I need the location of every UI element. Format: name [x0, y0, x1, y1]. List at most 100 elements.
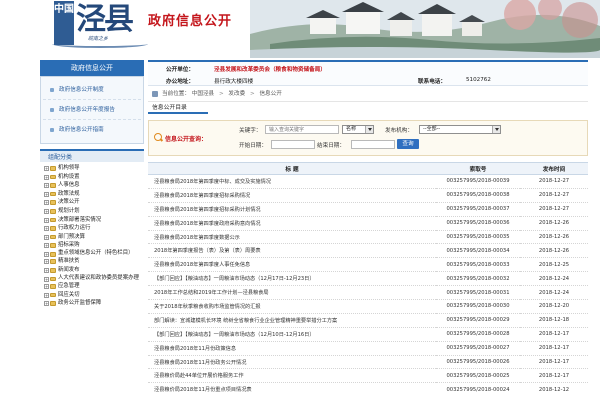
- expand-plus-icon[interactable]: +: [44, 251, 49, 257]
- category-tree-item[interactable]: + 决策部署落实情况: [42, 216, 144, 225]
- document-title-link[interactable]: 泾县粮食局2018年第四季度招标采购情况: [148, 188, 436, 203]
- publisher-info-bar: 公开单位： 泾县发展和改革委员会（粮食和物资储备局） 办公地址： 县行政大楼四楼…: [148, 60, 588, 86]
- document-title-link[interactable]: 部门解读：宣城建模机长环境 统树全省粮食行业企业管理精神重要举措分工方案: [148, 313, 436, 328]
- document-title-link[interactable]: 泾县粮食局2018年11月份政务公开情况: [148, 355, 436, 370]
- breadcrumb-link-current[interactable]: 信息公开: [259, 91, 281, 97]
- category-tree-item[interactable]: + 新闻发布: [42, 266, 144, 275]
- expand-plus-icon[interactable]: +: [44, 283, 49, 289]
- category-tree-item[interactable]: + 决策公开: [42, 198, 144, 207]
- sidebar-item-annual-report[interactable]: 政府信息公开年度报告: [43, 100, 141, 120]
- expand-plus-icon[interactable]: +: [44, 243, 49, 249]
- document-index-number: 003257995/2018-00036: [436, 216, 520, 231]
- document-index-number: 003257995/2018-00029: [436, 313, 520, 328]
- sidebar-item-disclosure-system[interactable]: 政府信息公开制度: [43, 80, 141, 100]
- sidebar-title: 政府信息公开: [40, 60, 144, 76]
- category-tree-item[interactable]: + 机构领导: [42, 164, 144, 173]
- expand-plus-icon[interactable]: +: [44, 208, 49, 214]
- table-row: 2018年第四季度报告（表）及第（表）周要表 003257995/2018-000…: [148, 243, 588, 259]
- expand-plus-icon[interactable]: +: [44, 259, 49, 265]
- expand-plus-icon[interactable]: +: [44, 267, 49, 273]
- table-row: 泾县粮食局2018年第四季度招标采购计划情况 003257995/2018-000…: [148, 202, 588, 217]
- document-title-link[interactable]: 泾县粮食局2018年第四季度中标、成交及实施情况: [148, 174, 436, 189]
- table-row: 【部门回应】【粮油动态】一周粮油市场动态（12月17日-12月23日） 00325…: [148, 271, 588, 287]
- table-row: 关于2018年秋季粮食收购市场监管情况的汇报 003257995/2018-000…: [148, 299, 588, 314]
- category-tree-item[interactable]: + 部门预决算: [42, 233, 144, 242]
- sidebar-item-disclosure-guide[interactable]: 政府信息公开指南: [43, 120, 141, 140]
- document-title-link[interactable]: 【部门回应】【粮油动态】一周粮油市场动态（12月10日-12月16日）: [148, 327, 436, 342]
- expand-plus-icon[interactable]: +: [44, 276, 49, 282]
- folder-icon: [50, 217, 56, 223]
- category-tree-item[interactable]: + 招标采购: [42, 241, 144, 250]
- start-date-input[interactable]: [271, 140, 315, 149]
- chevron-down-icon: [492, 126, 500, 133]
- category-tree-item[interactable]: + 政务公开监督保障: [42, 299, 144, 308]
- document-index-number: 003257995/2018-00031: [436, 285, 520, 301]
- expand-plus-icon[interactable]: +: [44, 301, 49, 307]
- category-tree-label: 政策法规: [58, 190, 80, 197]
- category-tree-label: 回应关切: [58, 291, 80, 298]
- expand-plus-icon[interactable]: +: [44, 183, 49, 189]
- sidebar-item-label: 政府信息公开指南: [59, 127, 104, 133]
- folder-icon: [50, 174, 56, 180]
- category-tree-label: 政务公开监督保障: [58, 300, 102, 307]
- document-title-link[interactable]: 泾县粮价局2018年11月份重点项目情况表: [148, 382, 436, 396]
- folder-icon: [50, 226, 56, 231]
- document-title-link[interactable]: 泾县粮价局赴44单位开展价格服务工作: [148, 368, 436, 384]
- category-tree-item[interactable]: + 回应关切: [42, 291, 144, 300]
- end-date-input[interactable]: [351, 140, 395, 149]
- document-title-link[interactable]: 泾县粮食局2018年第四季度数据公示: [148, 230, 436, 245]
- table-row: 部门解读：宣城建模机长环境 统树全省粮食行业企业管理精神重要举措分工方案 0032…: [148, 313, 588, 328]
- document-title-link[interactable]: 2018年第四季度报告（表）及第（表）周要表: [148, 243, 436, 259]
- category-tree-label: 精准扶贫: [58, 258, 80, 265]
- folder-icon: [50, 166, 56, 171]
- keyword-input[interactable]: [265, 125, 339, 134]
- category-tree-item[interactable]: + 人大代表建议和政协委员提案办理: [42, 275, 144, 282]
- category-tree-item[interactable]: + 规划计划: [42, 207, 144, 216]
- category-tree-label: 机构设置: [58, 173, 80, 180]
- category-tree-item[interactable]: + 重点领域信息公开（特色栏目）: [42, 250, 144, 257]
- document-title-link[interactable]: 泾县粮食局2018年第四季度政府采购意向情况: [148, 216, 436, 231]
- category-tree-item[interactable]: + 机构设置: [42, 173, 144, 182]
- document-title-link[interactable]: 关于2018年秋季粮食收购市场监管情况的汇报: [148, 299, 436, 314]
- document-index-number: 003257995/2018-00034: [436, 243, 520, 259]
- document-title-link[interactable]: 泾县粮食局2018年第四季度人事任免信息: [148, 257, 436, 273]
- document-publish-date: 2018-12-24: [520, 271, 588, 287]
- category-tree-item[interactable]: + 精准扶贫: [42, 257, 144, 266]
- expand-plus-icon[interactable]: +: [44, 166, 49, 171]
- expand-plus-icon[interactable]: +: [44, 226, 49, 232]
- expand-plus-icon[interactable]: +: [44, 174, 49, 180]
- expand-plus-icon[interactable]: +: [44, 191, 49, 197]
- category-tree-label: 部门预决算: [58, 233, 85, 240]
- document-index-number: 003257995/2018-00026: [436, 355, 520, 370]
- expand-plus-icon[interactable]: +: [44, 234, 49, 240]
- search-icon: [154, 133, 162, 141]
- category-tree-item[interactable]: + 人事信息: [42, 181, 144, 190]
- expand-plus-icon[interactable]: +: [44, 200, 49, 206]
- document-index-number: 003257995/2018-00035: [436, 230, 520, 245]
- breadcrumb-link-home[interactable]: 中国泾县: [192, 91, 214, 97]
- category-tree-label: 重点领域信息公开（特色栏目）: [58, 249, 134, 256]
- documents-table: 标 题 索取号 发布时间 泾县粮食局2018年第四季度中标、成交及实施情况 003…: [148, 162, 588, 396]
- table-row: 泾县粮食局2018年第四季度政府采购意向情况 003257995/2018-000…: [148, 216, 588, 231]
- breadcrumb-link-department[interactable]: 发改委: [228, 91, 245, 97]
- document-index-number: 003257995/2018-00032: [436, 271, 520, 287]
- category-tree-item[interactable]: + 应急管理: [42, 282, 144, 291]
- category-tree-item[interactable]: + 行政权力运行: [42, 224, 144, 233]
- document-index-number: 003257995/2018-00025: [436, 368, 520, 384]
- expand-plus-icon[interactable]: +: [44, 217, 49, 223]
- org-select[interactable]: --全部--: [419, 125, 501, 134]
- document-title-link[interactable]: 泾县粮食局2018年11月份政策信息: [148, 341, 436, 356]
- publisher-value: 泾县发展和改革委员会（粮食和物资储备局）: [214, 67, 326, 73]
- search-button[interactable]: 查询: [397, 139, 419, 149]
- document-publish-date: 2018-12-27: [520, 174, 588, 189]
- document-title-link[interactable]: 泾县粮食局2018年第四季度招标采购计划情况: [148, 202, 436, 217]
- category-tree-item[interactable]: + 政策法规: [42, 190, 144, 199]
- expand-plus-icon[interactable]: +: [44, 292, 49, 298]
- document-publish-date: 2018-12-17: [520, 368, 588, 384]
- search-scope-select[interactable]: 名称: [342, 125, 374, 134]
- site-logo[interactable]: 泾县 皖南之乡: [76, 3, 136, 45]
- document-title-link[interactable]: 2018年工作总结和2019年工作计划—泾县粮食局: [148, 285, 436, 301]
- document-title-link[interactable]: 【部门回应】【粮油动态】一周粮油市场动态（12月17日-12月23日）: [148, 271, 436, 287]
- table-row: 泾县粮食局2018年第四季度数据公示 003257995/2018-00035 20…: [148, 230, 588, 245]
- header-banner: 中国 泾县 皖南之乡 政府信息公开: [0, 0, 600, 58]
